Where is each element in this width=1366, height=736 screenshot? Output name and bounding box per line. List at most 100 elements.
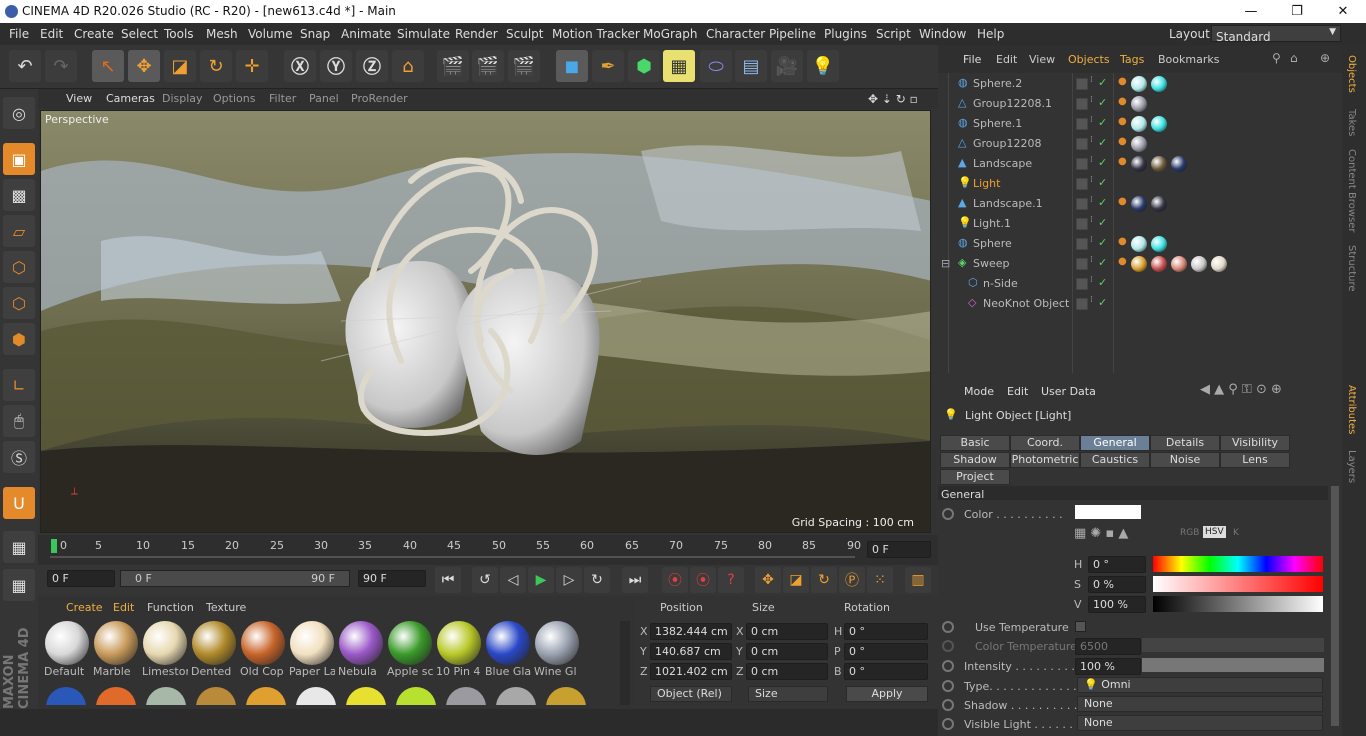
mat-menu-function[interactable]: Function (147, 601, 194, 614)
visibility-dots[interactable]: ⁞ (1090, 295, 1093, 305)
material-tag[interactable] (1131, 256, 1147, 272)
tag-icon[interactable]: ● (1118, 76, 1127, 87)
side-tab-layers[interactable]: Layers (1346, 450, 1357, 483)
material-item[interactable]: Paper La (289, 621, 335, 678)
material-item[interactable]: Apple sc (387, 621, 433, 678)
polygons-mode-icon[interactable]: ⬢ (3, 323, 35, 355)
tag-icon[interactable]: ● (1118, 96, 1127, 107)
cube-icon[interactable]: ◼ (556, 50, 588, 82)
pos-x-field[interactable]: 1382.444 cm (650, 623, 732, 640)
menu-snap[interactable]: Snap (300, 27, 330, 41)
key-position-icon[interactable]: ✥ (755, 567, 781, 593)
color-anim-radio[interactable] (942, 508, 954, 520)
attr-tab-caustics[interactable]: Caustics (1080, 452, 1150, 468)
collapse-icon[interactable]: ⊟ (941, 257, 950, 270)
layer-toggle[interactable] (1076, 298, 1088, 310)
enabled-check[interactable]: ✓ (1098, 216, 1107, 229)
material-tag[interactable] (1131, 96, 1147, 112)
layer-toggle[interactable] (1076, 138, 1088, 150)
attr-scrollbar[interactable] (1331, 486, 1339, 726)
key-parameter-icon[interactable]: Ⓟ (839, 567, 865, 593)
pos-y-field[interactable]: 140.687 cm (650, 643, 732, 660)
attr-tab-shadow[interactable]: Shadow (940, 452, 1010, 468)
material-item[interactable]: Marble (93, 621, 139, 678)
material-item[interactable]: 10 Pin 4 (436, 621, 482, 678)
attr-menu-edit[interactable]: Edit (1007, 385, 1028, 398)
side-tab-attributes[interactable]: Attributes (1346, 385, 1357, 434)
move-icon[interactable]: ✥ (128, 50, 160, 82)
tweak-mode-icon[interactable]: 🖱 (3, 405, 35, 437)
close-button[interactable]: ✕ (1320, 2, 1366, 21)
subdivision-icon[interactable]: ⬢ (628, 50, 660, 82)
object-row[interactable]: 💡 Light.1 ⁞ ✓ (938, 214, 1342, 234)
hsv-mode[interactable]: HSV (1203, 526, 1226, 538)
timeline-playhead[interactable] (51, 539, 57, 553)
visibility-dots[interactable]: ⁞ (1090, 215, 1093, 225)
frame-range-slider[interactable]: 0 F 90 F (120, 570, 350, 587)
tag-icon[interactable]: ● (1118, 136, 1127, 147)
new-window-icon[interactable]: ⊕ (1320, 51, 1330, 65)
maximize-button[interactable]: ❐ (1274, 2, 1320, 21)
enabled-check[interactable]: ✓ (1098, 136, 1107, 149)
minimize-button[interactable]: — (1228, 2, 1274, 21)
layer-toggle[interactable] (1076, 218, 1088, 230)
visibility-dots[interactable]: ⁞ (1090, 155, 1093, 165)
layout-dropdown[interactable]: Standard ▼ (1211, 25, 1341, 44)
material-item[interactable]: Nebula (338, 621, 384, 678)
tag-icon[interactable]: ● (1118, 236, 1127, 247)
previous-key-icon[interactable]: ↺ (472, 567, 498, 593)
object-row[interactable]: ◍ Sphere.2 ⁞ ✓ ● (938, 74, 1342, 94)
viewport-perspective[interactable]: Perspective Grid Spacing : 100 cm ⟂ (40, 110, 931, 533)
mat-menu-texture[interactable]: Texture (206, 601, 246, 614)
enabled-check[interactable]: ✓ (1098, 276, 1107, 289)
object-row[interactable]: △ Group12208.1 ⁞ ✓ ● (938, 94, 1342, 114)
obj-menu-tags[interactable]: Tags (1120, 53, 1144, 66)
attr-tab-basic[interactable]: Basic (940, 435, 1010, 451)
object-row[interactable]: ◇ NeoKnot Object ⁞ ✓ (938, 294, 1342, 314)
hue-slider[interactable] (1153, 556, 1323, 572)
z-axis-icon[interactable]: Ⓩ (356, 50, 388, 82)
mat-menu-edit[interactable]: Edit (113, 601, 134, 614)
material-tag[interactable] (1211, 256, 1227, 272)
attr-menu-mode[interactable]: Mode (964, 385, 994, 398)
next-frame-icon[interactable]: ▷ (556, 567, 582, 593)
visibility-dots[interactable]: ⁞ (1090, 255, 1093, 265)
menu-render[interactable]: Render (455, 27, 498, 41)
material-tag[interactable] (1131, 236, 1147, 252)
rot-b-field[interactable]: 0 ° (844, 663, 928, 680)
color-temperature-field[interactable]: 6500 (1075, 638, 1141, 655)
material-tag[interactable] (1131, 156, 1147, 172)
timeline[interactable]: 0 5 10 15 20 25 30 35 40 45 50 55 60 65 … (38, 535, 938, 565)
kelvin-mode[interactable]: K (1233, 528, 1239, 538)
side-tab-takes[interactable]: Takes (1346, 109, 1357, 136)
visibility-dots[interactable]: ⁞ (1090, 195, 1093, 205)
material-tag[interactable] (1151, 256, 1167, 272)
side-tab-objects[interactable]: Objects (1346, 55, 1357, 93)
obj-menu-edit[interactable]: Edit (996, 53, 1017, 66)
visible-light-dropdown[interactable]: None (1077, 715, 1323, 731)
menu-mograph[interactable]: MoGraph (643, 27, 698, 41)
key-scale-icon[interactable]: ◪ (783, 567, 809, 593)
enabled-check[interactable]: ✓ (1098, 156, 1107, 169)
menu-sculpt[interactable]: Sculpt (506, 27, 543, 41)
coord-size-dropdown[interactable]: Size (748, 686, 828, 702)
rgb-mode[interactable]: RGB (1180, 528, 1199, 538)
attr-tab-general[interactable]: General (1080, 435, 1150, 451)
v-field[interactable]: 100 % (1088, 596, 1146, 613)
material-tag[interactable] (1171, 256, 1187, 272)
object-row[interactable]: ◍ Sphere ⁞ ✓ ● (938, 234, 1342, 254)
go-to-start-icon[interactable]: ⏮ (435, 567, 461, 593)
menu-edit[interactable]: Edit (40, 27, 63, 41)
color-picker-icons[interactable]: ▦ ✺ ▪ ▲ (1074, 526, 1128, 541)
home-icon[interactable]: ⌂ (1290, 51, 1298, 65)
obj-menu-bookmarks[interactable]: Bookmarks (1158, 53, 1219, 66)
visibility-dots[interactable]: ⁞ (1090, 235, 1093, 245)
timeline-window-icon[interactable]: ▥ (905, 567, 931, 593)
type-dropdown[interactable]: 💡 Omni (1077, 677, 1323, 693)
object-row[interactable]: ▲ Landscape ⁞ ✓ ● (938, 154, 1342, 174)
menu-animate[interactable]: Animate (341, 27, 391, 41)
size-x-field[interactable]: 0 cm (746, 623, 828, 640)
material-item[interactable]: Dented (191, 621, 237, 678)
camera-icon[interactable]: 🎥 (771, 50, 803, 82)
object-row[interactable]: ◍ Sphere.1 ⁞ ✓ ● (938, 114, 1342, 134)
